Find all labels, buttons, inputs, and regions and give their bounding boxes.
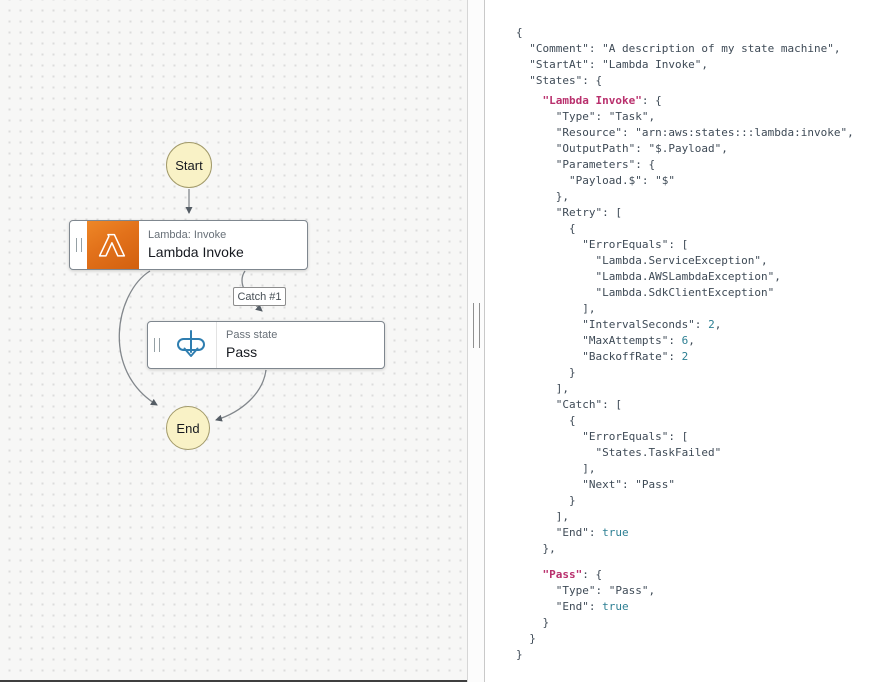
code-line: } xyxy=(516,615,877,631)
code-line: "Comment": "A description of my state ma… xyxy=(516,41,877,57)
code-line: { xyxy=(516,221,877,237)
node-grip-strip xyxy=(148,322,165,368)
code-line: }, xyxy=(516,541,877,557)
workflow-studio: Start Lambda: Invoke Lambda Invoke Catch… xyxy=(0,0,877,682)
code-line: "MaxAttempts": 6, xyxy=(516,333,877,349)
node-text: Lambda: Invoke Lambda Invoke xyxy=(139,221,244,269)
code-line: "Type": "Pass", xyxy=(516,583,877,599)
code-line: "OutputPath": "$.Payload", xyxy=(516,141,877,157)
code-line: "Pass": { xyxy=(516,567,877,583)
code-line: } xyxy=(516,365,877,381)
code-line: "Next": "Pass" xyxy=(516,477,877,493)
code-line: "Parameters": { xyxy=(516,157,877,173)
node-subtitle: Pass state xyxy=(226,329,277,342)
code-line: "BackoffRate": 2 xyxy=(516,349,877,365)
resize-handle-icon[interactable] xyxy=(473,303,480,348)
drag-handle-icon[interactable] xyxy=(76,238,82,252)
lambda-service-icon xyxy=(87,221,139,269)
code-line: { xyxy=(516,25,877,41)
code-line: "Lambda.AWSLambdaException", xyxy=(516,269,877,285)
code-line: "Lambda.SdkClientException" xyxy=(516,285,877,301)
start-node-label: Start xyxy=(175,158,202,173)
edge-label-catch[interactable]: Catch #1 xyxy=(233,287,286,306)
node-text: Pass state Pass xyxy=(217,322,277,368)
node-title: Pass xyxy=(226,344,277,361)
code-line: }, xyxy=(516,189,877,205)
code-line: ], xyxy=(516,509,877,525)
code-line: { xyxy=(516,413,877,429)
pass-state-icon xyxy=(165,322,217,368)
code-line: "Resource": "arn:aws:states:::lambda:inv… xyxy=(516,125,877,141)
start-node[interactable]: Start xyxy=(166,142,212,188)
code-line: ], xyxy=(516,301,877,317)
code-line: "Type": "Task", xyxy=(516,109,877,125)
code-line: "Retry": [ xyxy=(516,205,877,221)
code-line: "End": true xyxy=(516,525,877,541)
code-line: "States": { xyxy=(516,73,877,89)
code-line: "ErrorEquals": [ xyxy=(516,237,877,253)
code-line: } xyxy=(516,493,877,509)
node-lambda-invoke[interactable]: Lambda: Invoke Lambda Invoke xyxy=(69,220,308,270)
code-line: "ErrorEquals": [ xyxy=(516,429,877,445)
code-line: "End": true xyxy=(516,599,877,615)
code-line: } xyxy=(516,647,877,663)
json-code: { "Comment": "A description of my state … xyxy=(516,25,877,663)
drag-handle-icon[interactable] xyxy=(154,338,160,352)
code-line: ], xyxy=(516,461,877,477)
end-node-label: End xyxy=(176,421,199,436)
code-line: "Lambda.ServiceException", xyxy=(516,253,877,269)
definition-json-panel: { "Comment": "A description of my state … xyxy=(485,0,877,682)
node-subtitle: Lambda: Invoke xyxy=(148,229,244,242)
end-node[interactable]: End xyxy=(166,406,210,450)
code-line: "Payload.$": "$" xyxy=(516,173,877,189)
code-line: } xyxy=(516,631,877,647)
code-line: "Catch": [ xyxy=(516,397,877,413)
node-grip-strip xyxy=(70,221,87,269)
code-line: ], xyxy=(516,381,877,397)
node-title: Lambda Invoke xyxy=(148,244,244,261)
node-pass[interactable]: Pass state Pass xyxy=(147,321,385,369)
code-line: "StartAt": "Lambda Invoke", xyxy=(516,57,877,73)
workflow-canvas[interactable]: Start Lambda: Invoke Lambda Invoke Catch… xyxy=(0,0,467,682)
code-line: "IntervalSeconds": 2, xyxy=(516,317,877,333)
code-line: "States.TaskFailed" xyxy=(516,445,877,461)
code-line: "Lambda Invoke": { xyxy=(516,93,877,109)
panel-resizer[interactable] xyxy=(467,0,485,682)
